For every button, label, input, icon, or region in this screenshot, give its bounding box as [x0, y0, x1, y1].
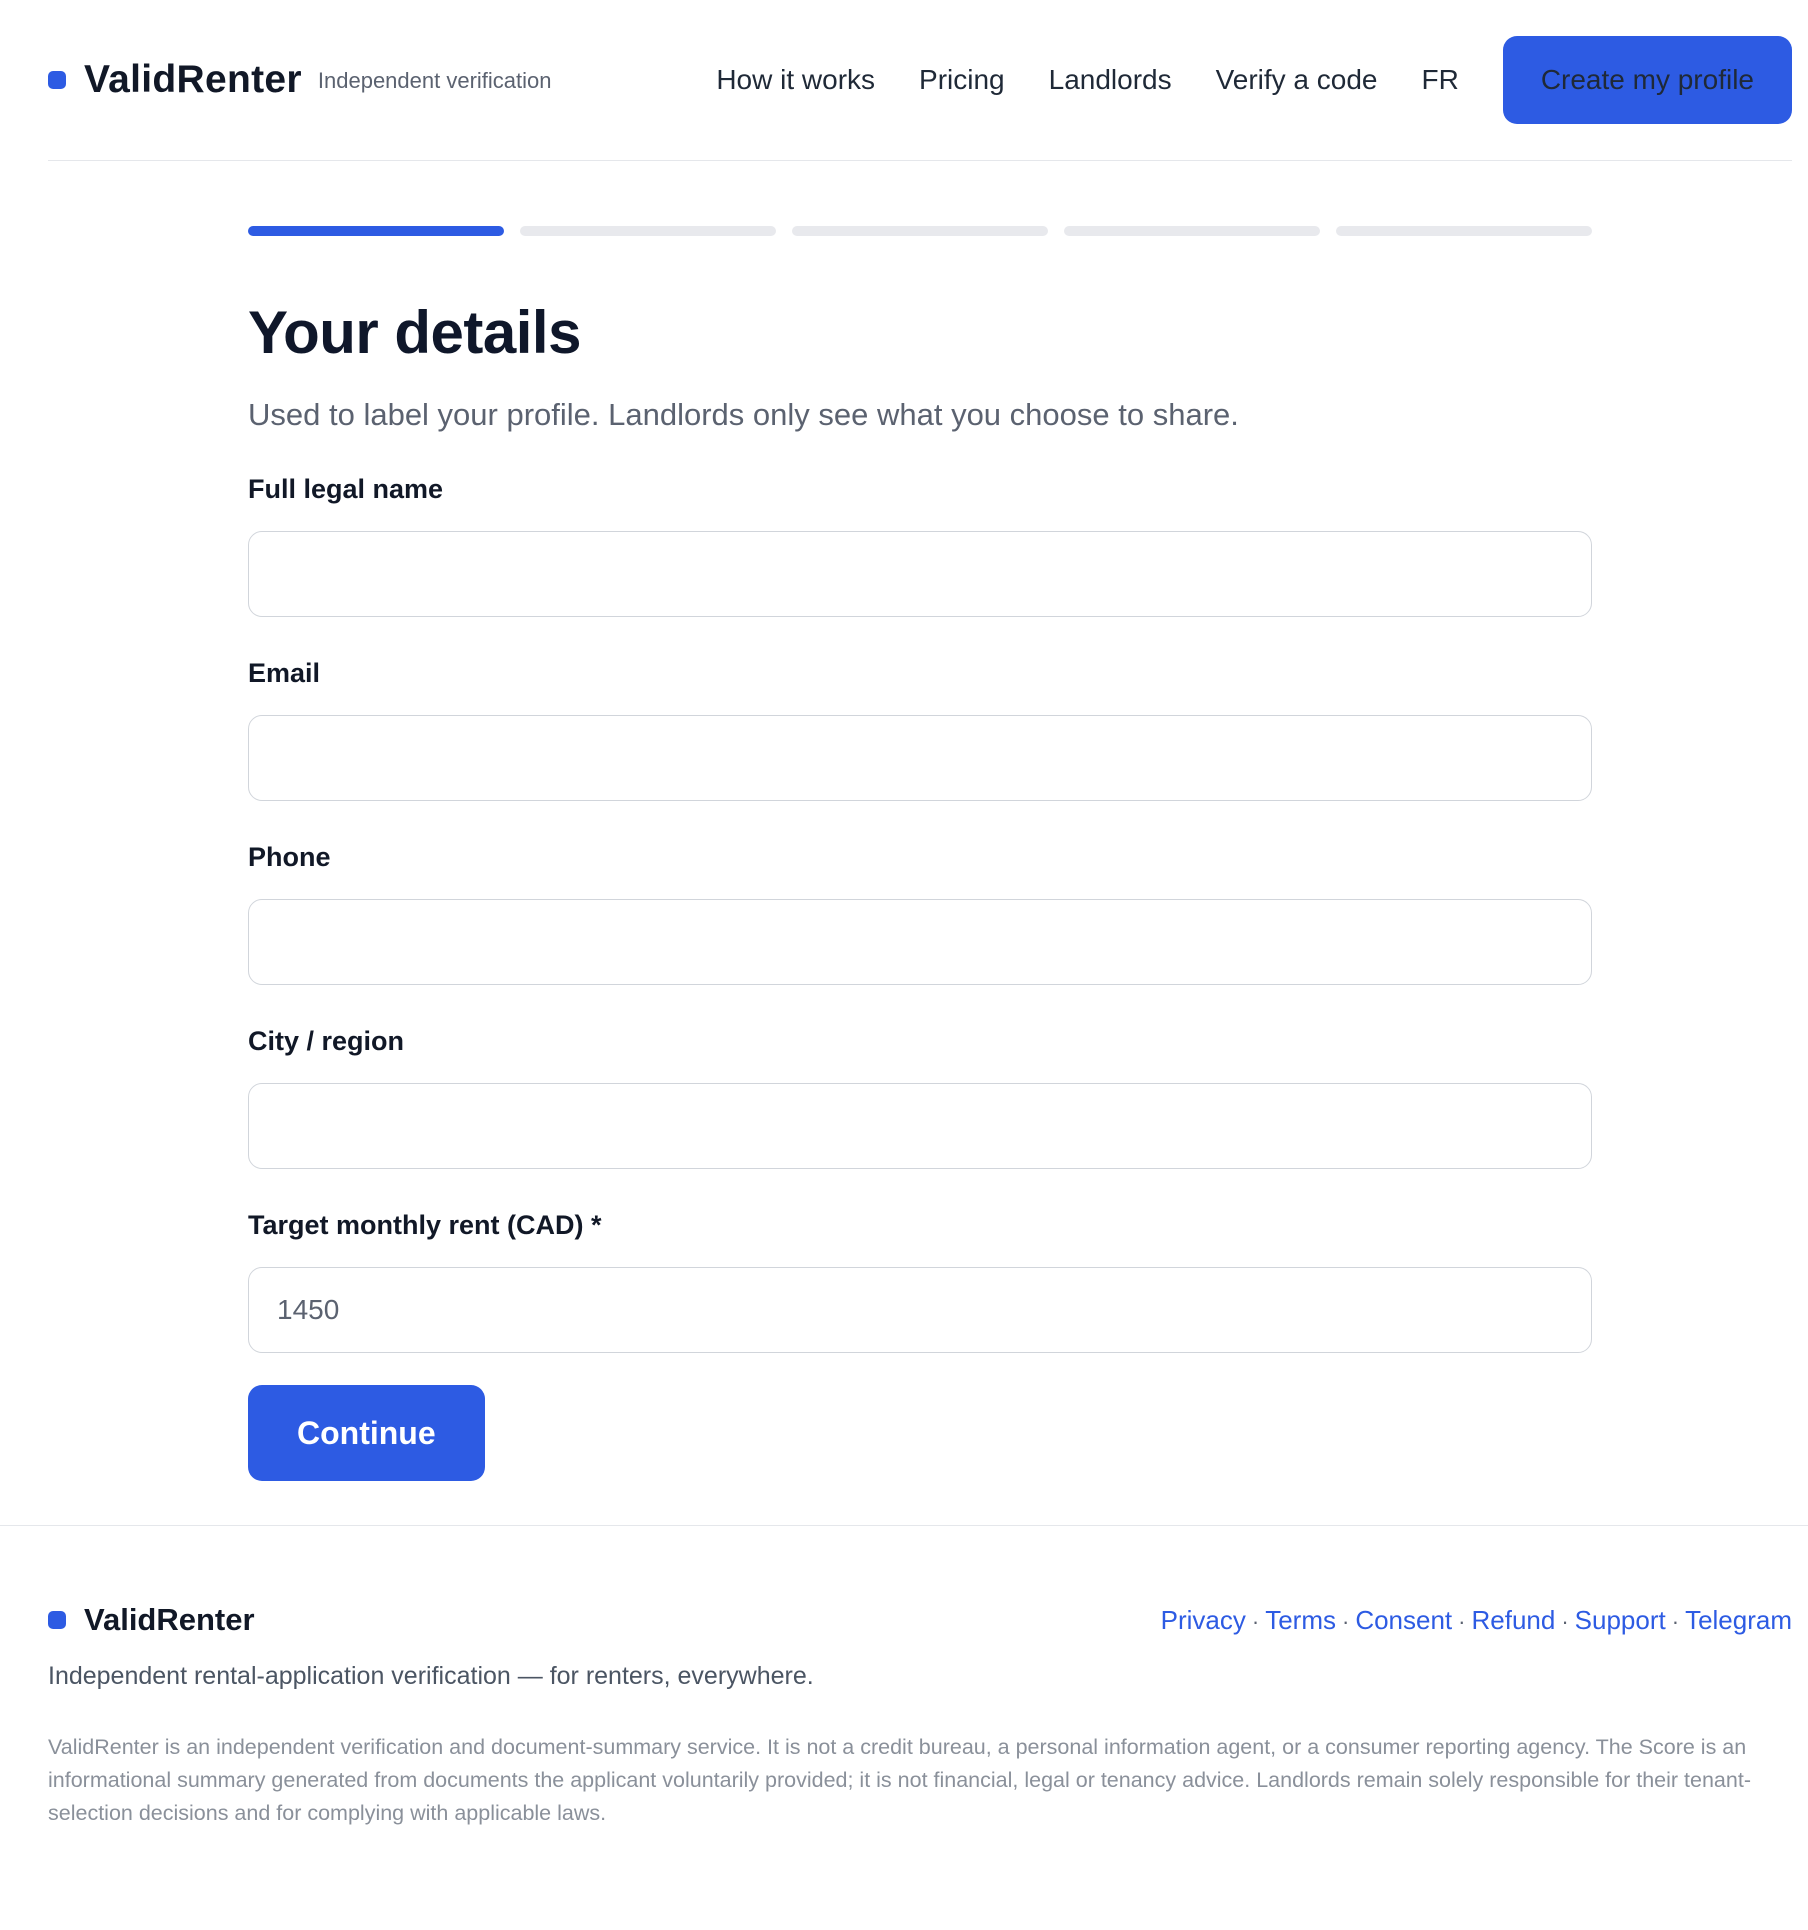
email-label: Email	[248, 658, 321, 689]
footer-link-separator: ·	[1458, 1609, 1466, 1634]
field-target-rent: Target monthly rent (CAD) *	[248, 1209, 1592, 1354]
full-name-label: Full legal name	[248, 474, 444, 505]
brand-logo-icon	[48, 71, 66, 89]
progress-step-1	[248, 226, 504, 236]
target-rent-label: Target monthly rent (CAD) *	[248, 1210, 602, 1241]
header-divider	[48, 160, 1792, 161]
target-rent-input[interactable]	[248, 1267, 1592, 1354]
footer-link-support[interactable]: Support	[1575, 1605, 1666, 1635]
phone-label: Phone	[248, 842, 331, 873]
progress-step-5	[1336, 226, 1592, 236]
footer-link-separator: ·	[1671, 1609, 1680, 1634]
site-header: ValidRenter Independent verification How…	[48, 36, 1792, 124]
progress-step-3	[792, 226, 1048, 236]
footer-brand-name: ValidRenter	[84, 1602, 255, 1637]
details-form: Your details Used to label your profile.…	[248, 226, 1592, 1482]
field-full-name: Full legal name	[248, 473, 1592, 618]
full-name-input[interactable]	[248, 531, 1592, 618]
create-profile-button[interactable]: Create my profile	[1502, 36, 1792, 124]
nav-how-it-works[interactable]: How it works	[716, 64, 875, 96]
field-phone: Phone	[248, 841, 1592, 986]
email-input[interactable]	[248, 715, 1592, 802]
progress-step-2	[520, 226, 776, 236]
progress-steps	[248, 226, 1592, 238]
footer-logo-icon	[48, 1611, 66, 1629]
field-email: Email	[248, 657, 1592, 802]
footer-disclaimer: ValidRenter is an independent verificati…	[48, 1734, 1751, 1825]
footer-link-refund[interactable]: Refund	[1471, 1605, 1555, 1635]
site-footer: ValidRenter Privacy · Terms · Consent · Refund…	[48, 1600, 1792, 1830]
page-title: Your details	[248, 299, 581, 366]
footer-tagline: Independent rental-application verificat…	[48, 1662, 814, 1690]
footer-link-consent[interactable]: Consent	[1355, 1605, 1452, 1635]
brand-tagline: Independent verification	[317, 68, 552, 93]
phone-input[interactable]	[248, 899, 1592, 986]
footer-link-terms[interactable]: Terms	[1265, 1605, 1336, 1635]
nav-pricing[interactable]: Pricing	[919, 64, 1005, 96]
continue-button[interactable]: Continue	[248, 1385, 485, 1482]
footer-link-separator: ·	[1251, 1609, 1260, 1634]
footer-links: Privacy · Terms · Consent · Refund · Support · Tel…	[1161, 1600, 1792, 1642]
field-city-region: City / region	[248, 1025, 1592, 1170]
main-nav: How it works Pricing Landlords Verify a …	[716, 36, 1792, 124]
footer-link-separator: ·	[1561, 1609, 1569, 1634]
page-subtitle: Used to label your profile. Landlords on…	[248, 397, 1239, 432]
progress-step-4	[1064, 226, 1320, 236]
nav-verify-code[interactable]: Verify a code	[1216, 64, 1378, 96]
footer-divider	[0, 1525, 1808, 1526]
footer-link-privacy[interactable]: Privacy	[1161, 1605, 1246, 1635]
nav-landlords[interactable]: Landlords	[1049, 64, 1172, 96]
city-region-input[interactable]	[248, 1083, 1592, 1170]
footer-link-separator: ·	[1341, 1609, 1350, 1634]
brand-name: ValidRenter	[84, 58, 302, 101]
brand[interactable]: ValidRenter Independent verification	[48, 36, 552, 124]
footer-link-telegram[interactable]: Telegram	[1685, 1605, 1792, 1635]
language-toggle[interactable]: FR	[1421, 64, 1458, 96]
city-region-label: City / region	[248, 1026, 405, 1057]
